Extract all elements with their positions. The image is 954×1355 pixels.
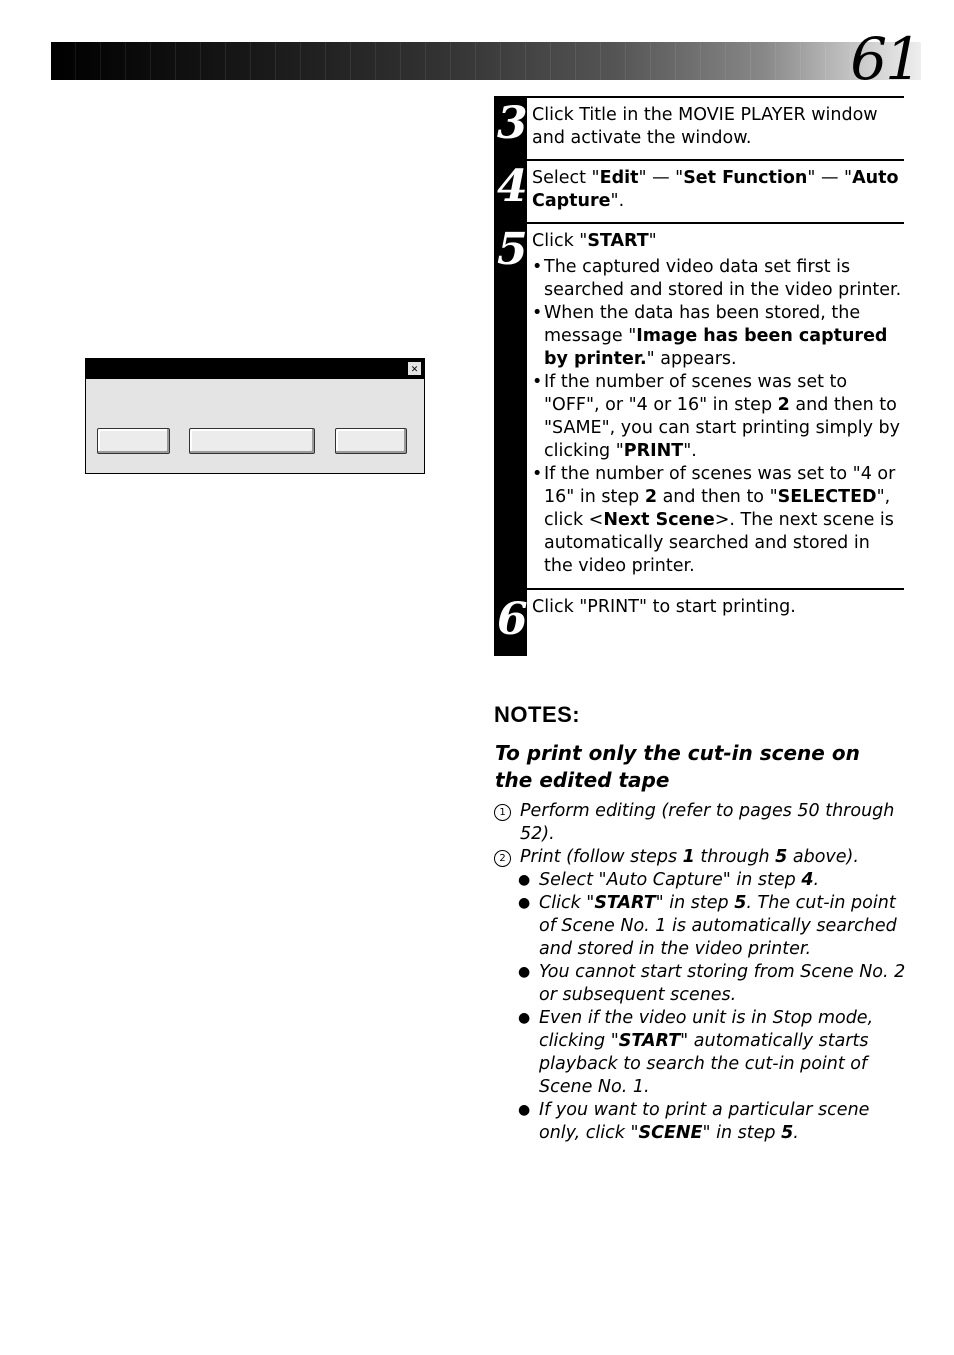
circled-number-icon: 2 xyxy=(494,850,511,867)
bullet-item: When the data has been stored, the messa… xyxy=(532,302,904,371)
auto-capture-dialog: ✕ xyxy=(85,358,425,474)
notes-title: NOTES: xyxy=(494,702,581,727)
note-bullet: If you want to print a particular scene … xyxy=(518,1099,906,1145)
dialog-titlebar[interactable]: ✕ xyxy=(86,359,424,379)
circled-number-icon: 1 xyxy=(494,804,511,821)
dialog-button-1[interactable] xyxy=(97,428,170,454)
dialog-button-2[interactable] xyxy=(189,428,315,454)
step-text: Click "PRINT" to start printing. xyxy=(527,588,904,656)
close-icon[interactable]: ✕ xyxy=(408,362,421,375)
step-3: 3 Click Title in the MOVIE PLAYER window… xyxy=(494,96,904,159)
step-text: Click "START" The captured video data se… xyxy=(527,222,904,588)
step-number: 6 xyxy=(497,594,528,645)
header-gradient-bar xyxy=(51,42,921,80)
note-bullet: Click "START" in step 5. The cut-in poin… xyxy=(518,892,906,961)
step-number: 5 xyxy=(497,224,528,275)
step-text: Click Title in the MOVIE PLAYER window a… xyxy=(527,96,904,159)
bullet-item: The captured video data set first is sea… xyxy=(532,256,904,302)
note-item-2: 2 Print (follow steps 1 through 5 above)… xyxy=(494,846,906,869)
page-number: 61 xyxy=(850,25,922,93)
notes-subtitle: To print only the cut-in scene on the ed… xyxy=(495,741,860,792)
note-item-1: 1 Perform editing (refer to pages 50 thr… xyxy=(494,800,906,846)
step-text: Select "Edit" — "Set Function" — "Auto C… xyxy=(527,159,904,222)
steps-list: 3 Click Title in the MOVIE PLAYER window… xyxy=(494,96,904,656)
bullet-item: If the number of scenes was set to "OFF"… xyxy=(532,371,904,463)
note-bullet: Even if the video unit is in Stop mode, … xyxy=(518,1007,906,1099)
step-6: 6 Click "PRINT" to start printing. xyxy=(494,588,904,656)
notes-list: 1 Perform editing (refer to pages 50 thr… xyxy=(494,800,906,1145)
dialog-button-3[interactable] xyxy=(335,428,407,454)
note-bullet: You cannot start storing from Scene No. … xyxy=(518,961,906,1007)
step-number: 4 xyxy=(497,161,528,212)
step-number: 3 xyxy=(497,98,528,149)
step-4: 4 Select "Edit" — "Set Function" — "Auto… xyxy=(494,159,904,222)
note-bullet: Select "Auto Capture" in step 4. xyxy=(518,869,906,892)
step-5: 5 Click "START" The captured video data … xyxy=(494,222,904,588)
bullet-item: If the number of scenes was set to "4 or… xyxy=(532,463,904,578)
